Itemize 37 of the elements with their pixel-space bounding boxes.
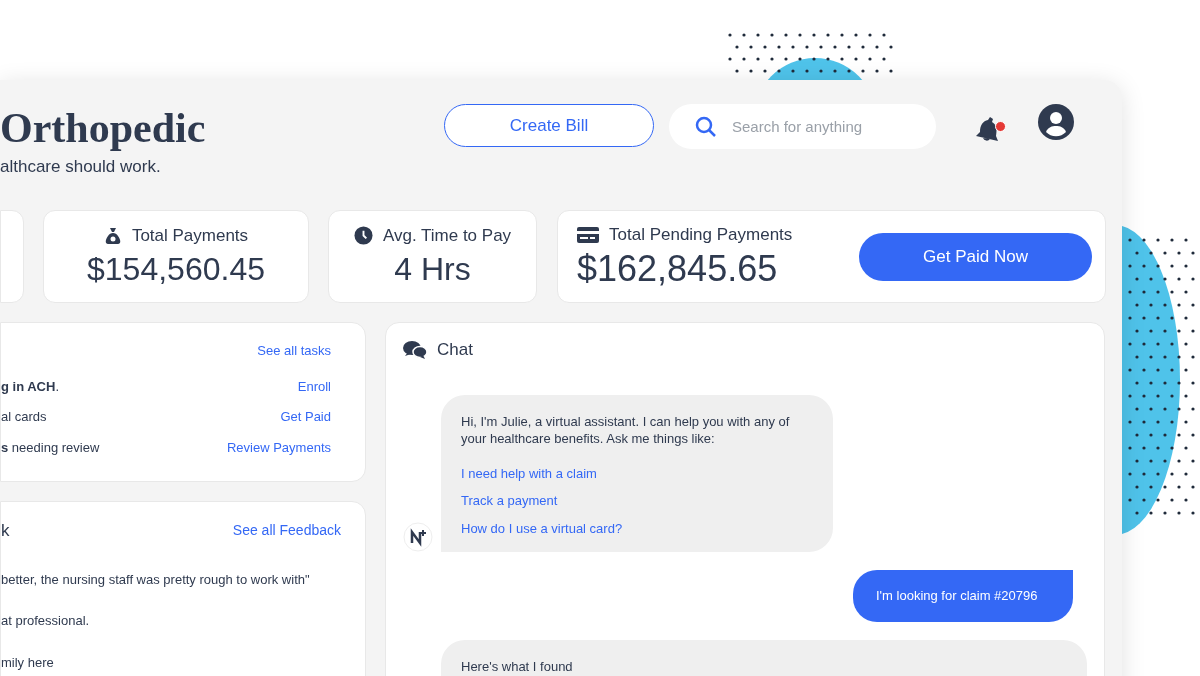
feedback-title: k — [1, 520, 10, 542]
task-text: s needing review — [1, 438, 100, 457]
task-action-link[interactable]: Get Paid — [280, 407, 331, 427]
credit-card-icon — [577, 226, 599, 243]
tagline: althcare should work. — [0, 156, 162, 178]
bot-message-text: Here's what I found — [461, 657, 574, 675]
task-action-link[interactable]: Review Payments — [226, 437, 331, 457]
user-avatar-icon[interactable] — [1038, 104, 1074, 140]
stat-value: $162,845.65 — [577, 247, 779, 292]
bot-message-text: Hi, I'm Julie, a virtual assistant. I can help you with any of your healthcare benefits. Ask me things like: — [461, 412, 791, 447]
search-icon — [695, 116, 717, 138]
task-action-link[interactable]: Enroll — [297, 376, 331, 396]
search-field[interactable]: Search for anything — [669, 104, 936, 149]
page-title: Orthopedic — [0, 104, 207, 152]
see-all-tasks-link[interactable]: See all tasks — [257, 341, 331, 361]
suggestion-link[interactable]: I need help with a claim — [461, 463, 813, 483]
money-bag-icon — [103, 226, 122, 245]
task-text: g in ACH. — [1, 377, 60, 396]
chat-title: Chat — [437, 339, 473, 361]
chat-bubbles-icon — [403, 339, 427, 360]
task-text: al cards — [1, 408, 47, 426]
stat-label: Total Payments — [131, 224, 249, 247]
feedback-text: better, the nursing staff was pretty rough to work with" — [1, 570, 311, 589]
stat-label: Total Pending Payments — [609, 223, 793, 246]
create-bill-button[interactable]: Create Bill — [444, 104, 654, 147]
see-all-feedback-link[interactable]: See all Feedback — [232, 520, 341, 542]
clock-icon — [353, 226, 373, 245]
stat-label: Avg. Time to Pay — [382, 224, 512, 247]
get-paid-now-button[interactable]: Get Paid Now — [859, 232, 1092, 281]
suggestion-link[interactable]: How do I use a virtual card? — [461, 518, 813, 538]
stat-value: 4 Hrs — [394, 250, 471, 290]
feedback-text: at professional. — [1, 612, 91, 630]
user-message-bubble: I'm looking for claim #20796 — [853, 570, 1073, 622]
suggestion-link[interactable]: Track a payment — [461, 491, 813, 511]
bot-avatar-icon — [403, 522, 433, 552]
stat-value: $154,560.45 — [87, 250, 265, 290]
feedback-text: mily here — [1, 653, 55, 672]
